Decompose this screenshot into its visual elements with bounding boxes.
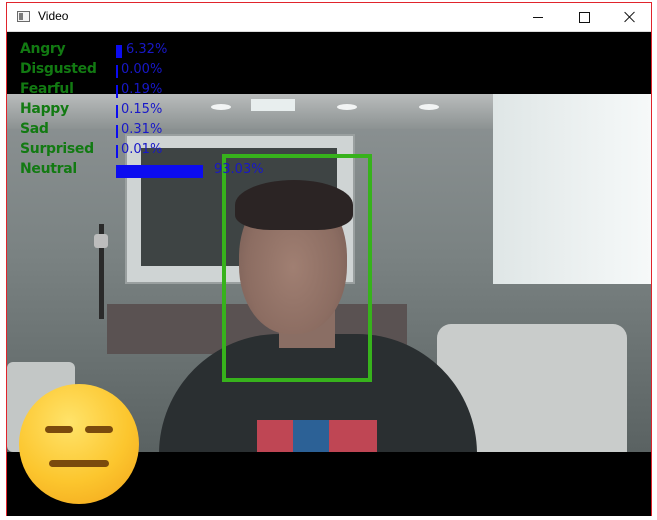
emotion-label: Surprised: [20, 141, 94, 157]
emotion-percent: 0.00%: [121, 62, 163, 77]
emoji-left-eye: [45, 426, 73, 433]
emotion-label: Disgusted: [20, 61, 97, 77]
emotion-bar: [116, 65, 118, 78]
minimize-icon: [533, 16, 543, 18]
emotion-label: Fearful: [20, 81, 74, 97]
emotion-percent: 0.01%: [121, 142, 163, 157]
emotion-bar: [116, 165, 203, 178]
emotion-label: Neutral: [20, 161, 77, 177]
emotion-label: Angry: [20, 41, 66, 57]
close-icon: [624, 11, 636, 23]
title-bar[interactable]: Video: [7, 3, 651, 32]
neutral-face-emoji-icon: [19, 384, 139, 504]
emotion-bar: [116, 125, 118, 138]
emotion-row-fearful: Fearful 0.19%: [20, 81, 520, 101]
emotion-bar: [116, 45, 122, 58]
emotion-row-neutral: Neutral 93.03%: [20, 161, 520, 181]
emotion-percent: 93.03%: [214, 162, 264, 177]
emotion-row-angry: Angry 6.32%: [20, 41, 520, 61]
emoji-right-eye: [85, 426, 113, 433]
emotion-percent: 0.31%: [121, 122, 163, 137]
emotion-row-happy: Happy 0.15%: [20, 101, 520, 121]
emotion-bar: [116, 105, 118, 118]
maximize-button[interactable]: [561, 3, 607, 31]
window-title: Video: [38, 9, 69, 23]
emotion-bar: [116, 85, 118, 98]
close-button[interactable]: [607, 3, 653, 31]
emotion-row-surprised: Surprised 0.01%: [20, 141, 520, 161]
emotion-row-disgusted: Disgusted 0.00%: [20, 61, 520, 81]
app-window-icon: [17, 11, 30, 22]
emotion-label: Happy: [20, 101, 69, 117]
emotion-scores: Angry 6.32% Disgusted 0.00% Fearful 0.19…: [7, 32, 651, 192]
maximize-icon: [578, 11, 590, 23]
emoji-mouth: [49, 460, 109, 467]
emotion-label: Sad: [20, 121, 49, 137]
emotion-percent: 6.32%: [126, 42, 168, 57]
emotion-percent: 0.19%: [121, 82, 163, 97]
emotion-bar: [116, 145, 118, 158]
video-window: Video Angry 6.32% Disgusted 0.00% Fearfu…: [6, 2, 652, 516]
tshirt-print: [257, 420, 377, 452]
video-feed: Angry 6.32% Disgusted 0.00% Fearful 0.19…: [7, 32, 651, 516]
minimize-button[interactable]: [515, 3, 561, 31]
emotion-row-sad: Sad 0.31%: [20, 121, 520, 141]
emotion-percent: 0.15%: [121, 102, 163, 117]
camera: [94, 234, 108, 248]
